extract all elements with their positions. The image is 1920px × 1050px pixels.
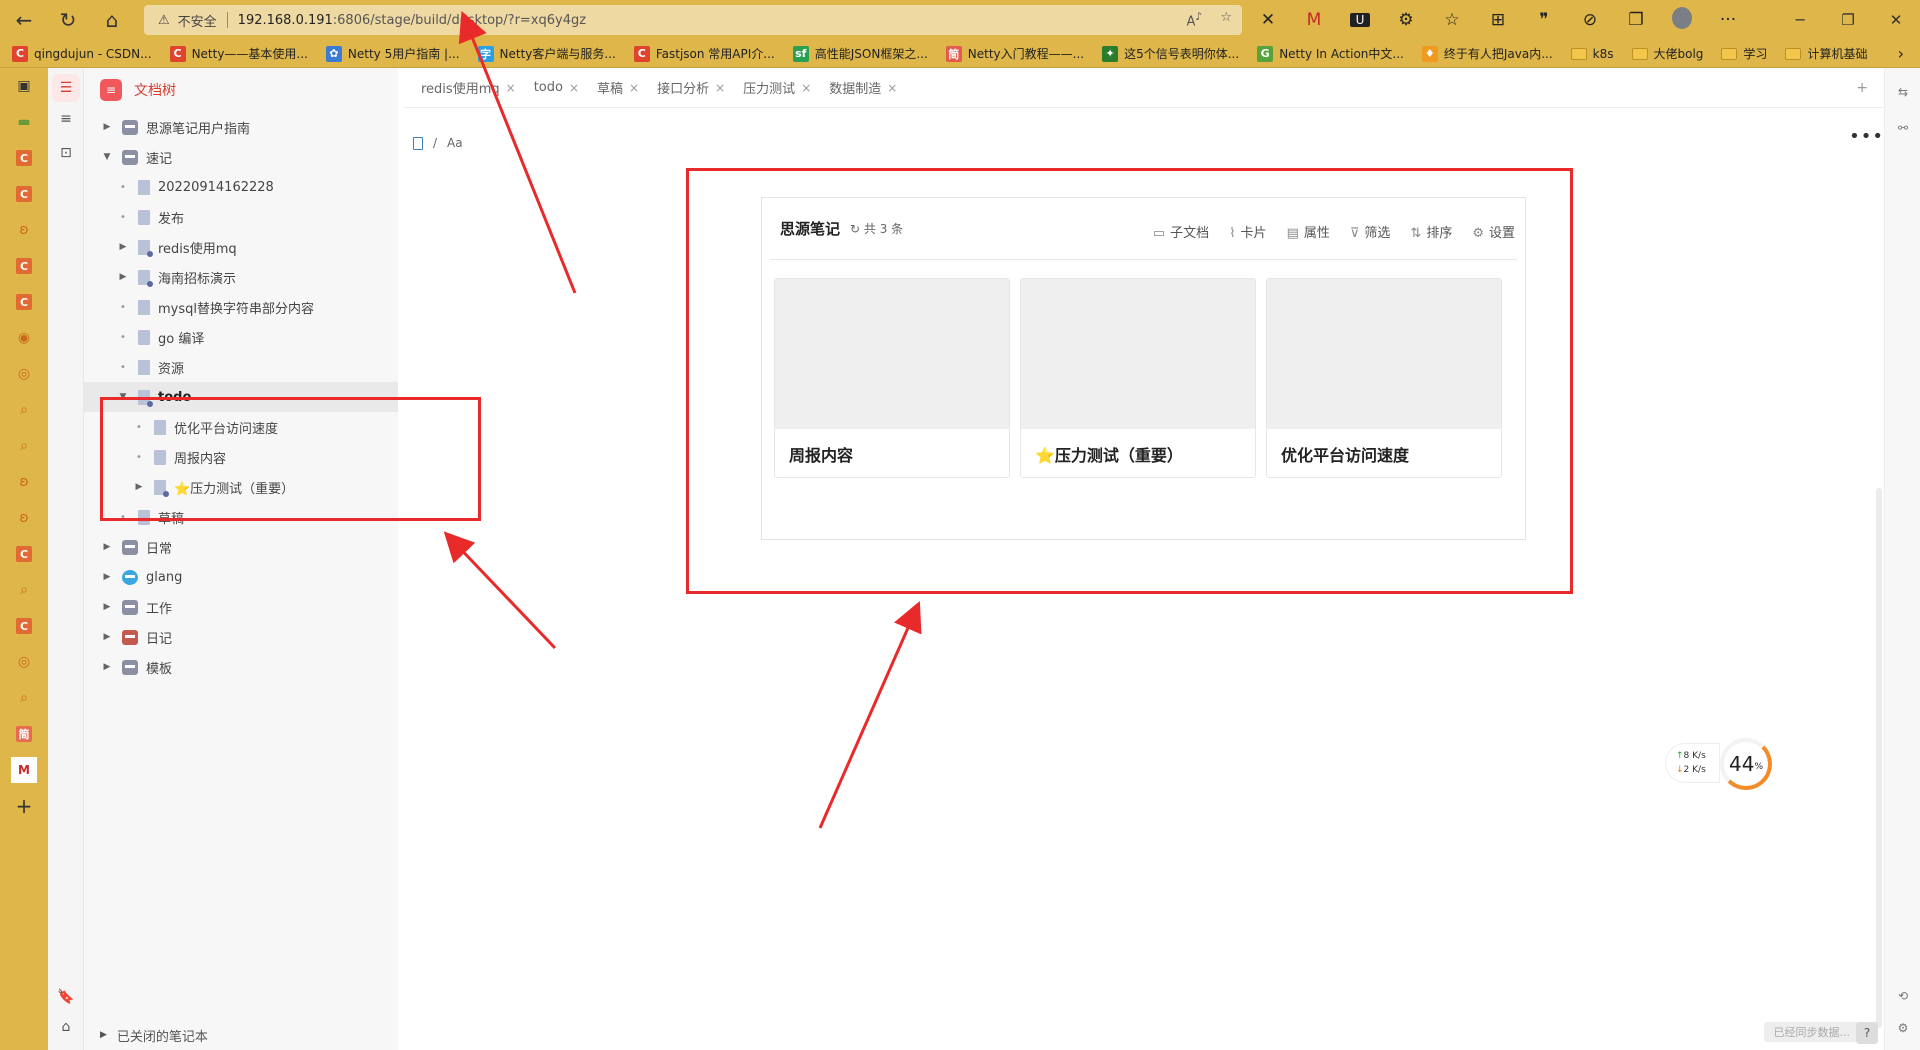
arrow-to-tree — [443, 531, 557, 650]
arrow-to-view — [818, 601, 922, 829]
annotation-arrows — [443, 10, 922, 829]
arrow-to-url — [458, 10, 577, 294]
